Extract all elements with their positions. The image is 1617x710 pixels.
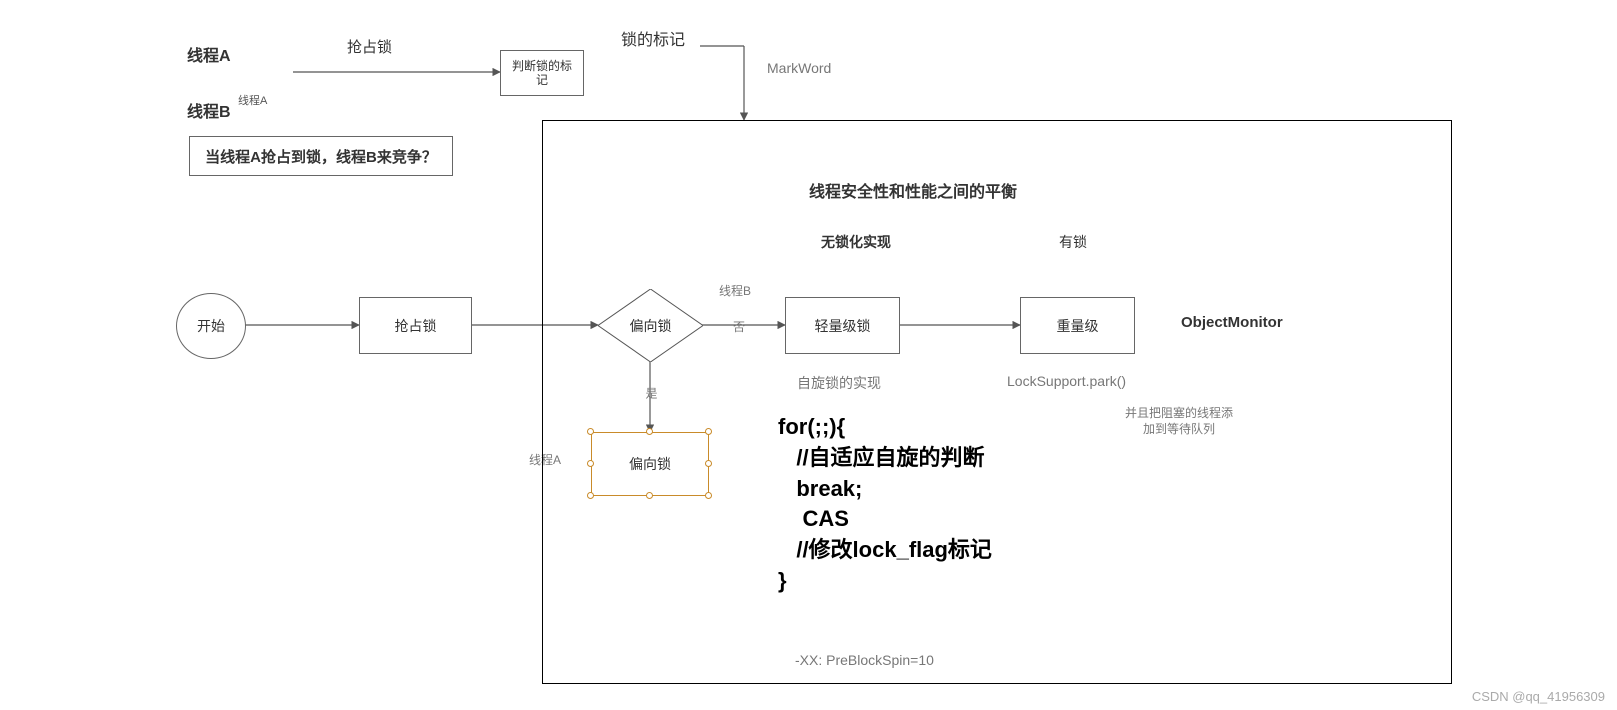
label-preblockspin: -XX: PreBlockSpin=10 — [795, 652, 934, 668]
label-markword: MarkWord — [767, 60, 831, 76]
box-question: 当线程A抢占到锁，线程B来竞争？ — [189, 136, 453, 176]
node-heavyweight-lock: 重量级 — [1020, 297, 1135, 354]
handle-nw[interactable] — [587, 428, 594, 435]
handle-e[interactable] — [705, 460, 712, 467]
heavy-text: 重量级 — [1057, 316, 1099, 336]
label-thread-b: 线程B — [187, 98, 231, 122]
watermark: CSDN @qq_41956309 — [1472, 689, 1605, 704]
biased2-text: 偏向锁 — [629, 454, 671, 474]
box-judge-lock-mark: 判断锁的标 记 — [500, 50, 584, 96]
handle-ne[interactable] — [705, 428, 712, 435]
label-thread-b-sup: 线程A — [238, 92, 267, 108]
container-lock-balance — [542, 120, 1452, 684]
handle-w[interactable] — [587, 460, 594, 467]
label-thread-a: 线程A — [187, 42, 231, 66]
box-judge-line2: 记 — [536, 73, 548, 87]
container-title: 线程安全性和性能之间的平衡 — [809, 178, 1017, 202]
label-acquire-lock-top: 抢占锁 — [347, 36, 392, 57]
code-spin-loop: for(;;){ //自适应自旋的判断 break; CAS //修改lock_… — [778, 412, 992, 597]
node-acquire-lock: 抢占锁 — [359, 297, 472, 354]
label-enqueue-l2: 加到等待队列 — [1094, 420, 1264, 437]
question-text: 当线程A抢占到锁，线程B来竞争？ — [205, 146, 437, 167]
label-enqueue-l1: 并且把阻塞的线程添 — [1094, 404, 1264, 421]
label-spin-impl: 自旋锁的实现 — [797, 373, 881, 393]
light-text: 轻量级锁 — [815, 316, 871, 336]
acquire-text: 抢占锁 — [395, 316, 437, 336]
node-biased-selected-wrap[interactable]: 偏向锁 — [591, 432, 709, 496]
handle-s[interactable] — [646, 492, 653, 499]
label-has-lock: 有锁 — [1059, 232, 1087, 252]
node-lightweight-lock: 轻量级锁 — [785, 297, 900, 354]
box-judge-line1: 判断锁的标 — [512, 59, 572, 73]
node-start: 开始 — [176, 293, 246, 359]
handle-sw[interactable] — [587, 492, 594, 499]
label-lock-free: 无锁化实现 — [821, 232, 891, 252]
biased-text: 偏向锁 — [630, 316, 672, 336]
node-biased-selected[interactable]: 偏向锁 — [591, 432, 709, 496]
handle-se[interactable] — [705, 492, 712, 499]
label-lock-mark: 锁的标记 — [621, 26, 685, 50]
label-locksupport-park: LockSupport.park() — [1007, 373, 1126, 389]
label-object-monitor: ObjectMonitor — [1181, 314, 1283, 331]
start-text: 开始 — [197, 316, 225, 336]
handle-n[interactable] — [646, 428, 653, 435]
